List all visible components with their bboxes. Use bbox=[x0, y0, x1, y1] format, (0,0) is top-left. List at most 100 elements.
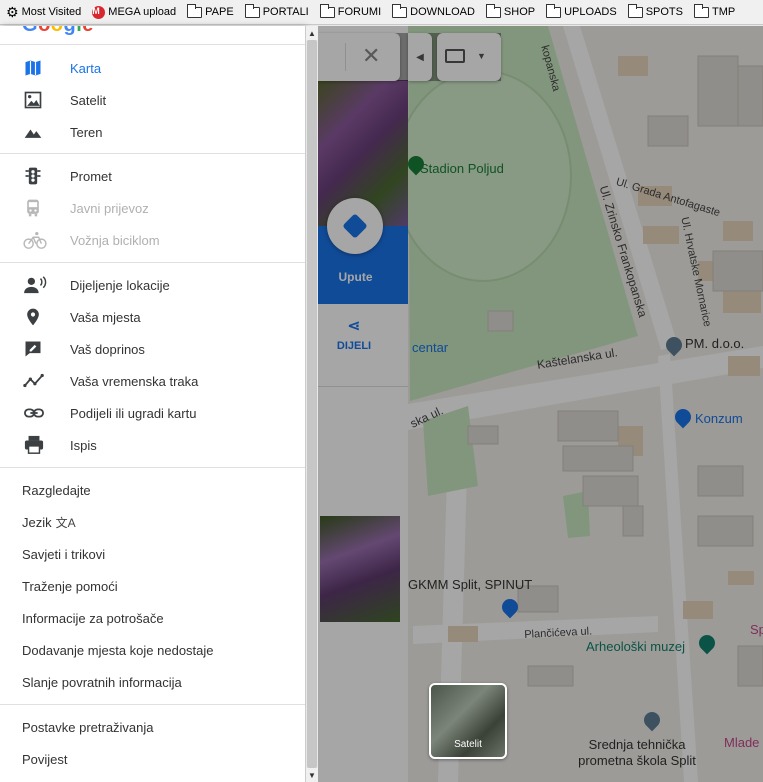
menu-item-terrain[interactable]: Teren bbox=[0, 116, 305, 148]
bookmark-1[interactable]: M MEGA upload bbox=[86, 0, 181, 24]
map-place-label[interactable]: Sp bbox=[750, 622, 763, 637]
menu-item-label: Ispis bbox=[70, 437, 97, 453]
map-place-label[interactable]: PM. d.o.o. bbox=[685, 336, 744, 351]
directions-label: Upute bbox=[338, 270, 373, 284]
menu-item-label: Javni prijevoz bbox=[70, 200, 149, 216]
menu-item-bicycle[interactable]: Vožnja biciklom bbox=[0, 224, 305, 256]
bookmark-label: Most Visited bbox=[21, 6, 82, 18]
bookmark-label: PAPE bbox=[205, 6, 234, 18]
bookmark-8[interactable]: SPOTS bbox=[622, 0, 688, 24]
menu-link-label: Informacije za potrošače bbox=[22, 610, 164, 626]
menu-item-print[interactable]: Ispis bbox=[0, 429, 305, 461]
traffic-icon bbox=[0, 166, 70, 186]
folder-icon bbox=[485, 3, 501, 18]
map-place-label[interactable]: Mlade bbox=[724, 735, 759, 750]
bookmark-5[interactable]: DOWNLOAD bbox=[386, 0, 480, 24]
menu-link-links-5[interactable]: Dodavanje mjesta koje nedostaje bbox=[22, 634, 214, 666]
collapse-panel-button[interactable]: ◀ bbox=[408, 33, 432, 81]
menu-link-label: Savjeti i trikovi bbox=[22, 546, 106, 562]
menu-item-label: Dijeljenje lokacije bbox=[70, 277, 170, 293]
bookmark-9[interactable]: TMP bbox=[688, 0, 740, 24]
menu-item-location-sharing[interactable]: Dijeljenje lokacije bbox=[0, 269, 305, 301]
scroll-down-arrow-icon[interactable]: ▼ bbox=[306, 768, 318, 782]
menu-divider bbox=[0, 262, 305, 263]
link-icon bbox=[0, 403, 70, 423]
menu-item-label: Vaša vremenska traka bbox=[70, 373, 199, 389]
map-place-label[interactable]: Stadion Poljud bbox=[420, 161, 504, 176]
menu-item-transit[interactable]: Javni prijevoz bbox=[0, 192, 305, 224]
map-place-label[interactable]: GKMM Split, SPINUT bbox=[408, 577, 532, 592]
bookmark-2[interactable]: PAPE bbox=[181, 0, 239, 24]
chevron-left-icon: ◀ bbox=[416, 51, 424, 63]
terrain-icon bbox=[0, 122, 70, 142]
menu-link-links-4[interactable]: Informacije za potrošače bbox=[22, 602, 164, 634]
folder-icon bbox=[693, 3, 709, 18]
menu-link-links-1[interactable]: Jezik 文A bbox=[22, 506, 76, 538]
menu-link-links-0[interactable]: Razgledajte bbox=[22, 474, 91, 506]
close-icon[interactable]: ✕ bbox=[362, 43, 380, 69]
bookmark-label: UPLOADS bbox=[564, 6, 617, 18]
menu-item-satellite[interactable]: Satelit bbox=[0, 84, 305, 116]
google-logo: Google bbox=[22, 26, 94, 37]
menu-item-place-pin[interactable]: Vaša mjesta bbox=[0, 301, 305, 333]
bookmarks-bar: ⚙ Most Visited M MEGA upload PAPE PORTALI FORU… bbox=[0, 0, 763, 25]
folder-icon bbox=[627, 3, 643, 18]
menu-link-footer-0[interactable]: Postavke pretraživanja bbox=[22, 711, 154, 743]
menu-link-label: Razgledajte bbox=[22, 482, 91, 498]
bookmark-label: FORUMI bbox=[337, 6, 382, 18]
keyboard-icon bbox=[445, 49, 465, 63]
map-place-label[interactable]: Konzum bbox=[695, 411, 743, 426]
menu-divider bbox=[0, 153, 305, 154]
menu-link-footer-1[interactable]: Povijest bbox=[22, 743, 68, 775]
menu-link-label: Povijest bbox=[22, 751, 68, 767]
menu-item-label: Podijeli ili ugradi kartu bbox=[70, 405, 197, 421]
chevron-down-icon[interactable]: ▼ bbox=[477, 51, 486, 61]
menu-item-link[interactable]: Podijeli ili ugradi kartu bbox=[0, 397, 305, 429]
menu-link-label: Slanje povratnih informacija bbox=[22, 674, 182, 690]
folder-icon bbox=[244, 3, 260, 18]
bookmark-label: SPOTS bbox=[645, 6, 683, 18]
location-sharing-icon bbox=[0, 275, 70, 295]
bookmark-3[interactable]: PORTALI bbox=[239, 0, 314, 24]
folder-icon bbox=[546, 3, 562, 18]
menu-item-traffic[interactable]: Promet bbox=[0, 160, 305, 192]
satellite-icon bbox=[0, 90, 70, 110]
bookmark-label: PORTALI bbox=[262, 6, 309, 18]
bookmark-4[interactable]: FORUMI bbox=[314, 0, 386, 24]
satellite-layer-toggle[interactable]: Satelit bbox=[429, 683, 507, 759]
bookmark-7[interactable]: UPLOADS bbox=[540, 0, 622, 24]
search-divider bbox=[345, 43, 346, 71]
print-icon bbox=[0, 435, 70, 455]
scroll-up-arrow-icon[interactable]: ▲ bbox=[306, 26, 318, 40]
directions-button[interactable] bbox=[327, 198, 383, 254]
share-button[interactable]: ⋖ DIJELI bbox=[324, 316, 384, 352]
menu-divider bbox=[0, 467, 305, 468]
menu-item-timeline[interactable]: Vaša vremenska traka bbox=[0, 365, 305, 397]
map-place-label[interactable]: Srednja tehnička prometna škola Split bbox=[572, 737, 702, 769]
scrollbar-thumb[interactable] bbox=[307, 40, 317, 768]
map-place-label[interactable]: Arheološki muzej bbox=[586, 639, 685, 654]
map-icon bbox=[0, 58, 70, 78]
search-box[interactable]: ✕ bbox=[318, 33, 400, 81]
menu-item-map[interactable]: Karta bbox=[0, 52, 305, 84]
menu-item-label: Vožnja biciklom bbox=[70, 232, 160, 248]
folder-icon bbox=[319, 3, 335, 18]
bookmark-label: SHOP bbox=[503, 6, 536, 18]
menu-divider bbox=[0, 44, 305, 45]
menu-link-links-3[interactable]: Traženje pomoći bbox=[22, 570, 118, 602]
timeline-icon bbox=[0, 371, 70, 391]
menu-item-contribution[interactable]: Vaš doprinos bbox=[0, 333, 305, 365]
menu-link-links-6[interactable]: Slanje povratnih informacija bbox=[22, 666, 182, 698]
directions-icon bbox=[342, 213, 368, 239]
input-tools-button[interactable]: ▼ bbox=[437, 33, 501, 81]
place-photo-thumbnail[interactable] bbox=[320, 516, 400, 622]
map-place-label[interactable]: centar bbox=[412, 340, 448, 355]
menu-scrollbar[interactable]: ▲ ▼ bbox=[305, 26, 318, 782]
side-menu: Google Karta Satelit Teren Promet Javni prij… bbox=[0, 26, 305, 782]
menu-item-label: Vaš doprinos bbox=[70, 341, 145, 357]
bookmark-6[interactable]: SHOP bbox=[480, 0, 540, 24]
bookmark-0[interactable]: ⚙ Most Visited bbox=[0, 0, 86, 24]
folder-icon bbox=[187, 3, 203, 18]
stadium-shape bbox=[394, 70, 572, 282]
menu-link-links-2[interactable]: Savjeti i trikovi bbox=[22, 538, 105, 570]
